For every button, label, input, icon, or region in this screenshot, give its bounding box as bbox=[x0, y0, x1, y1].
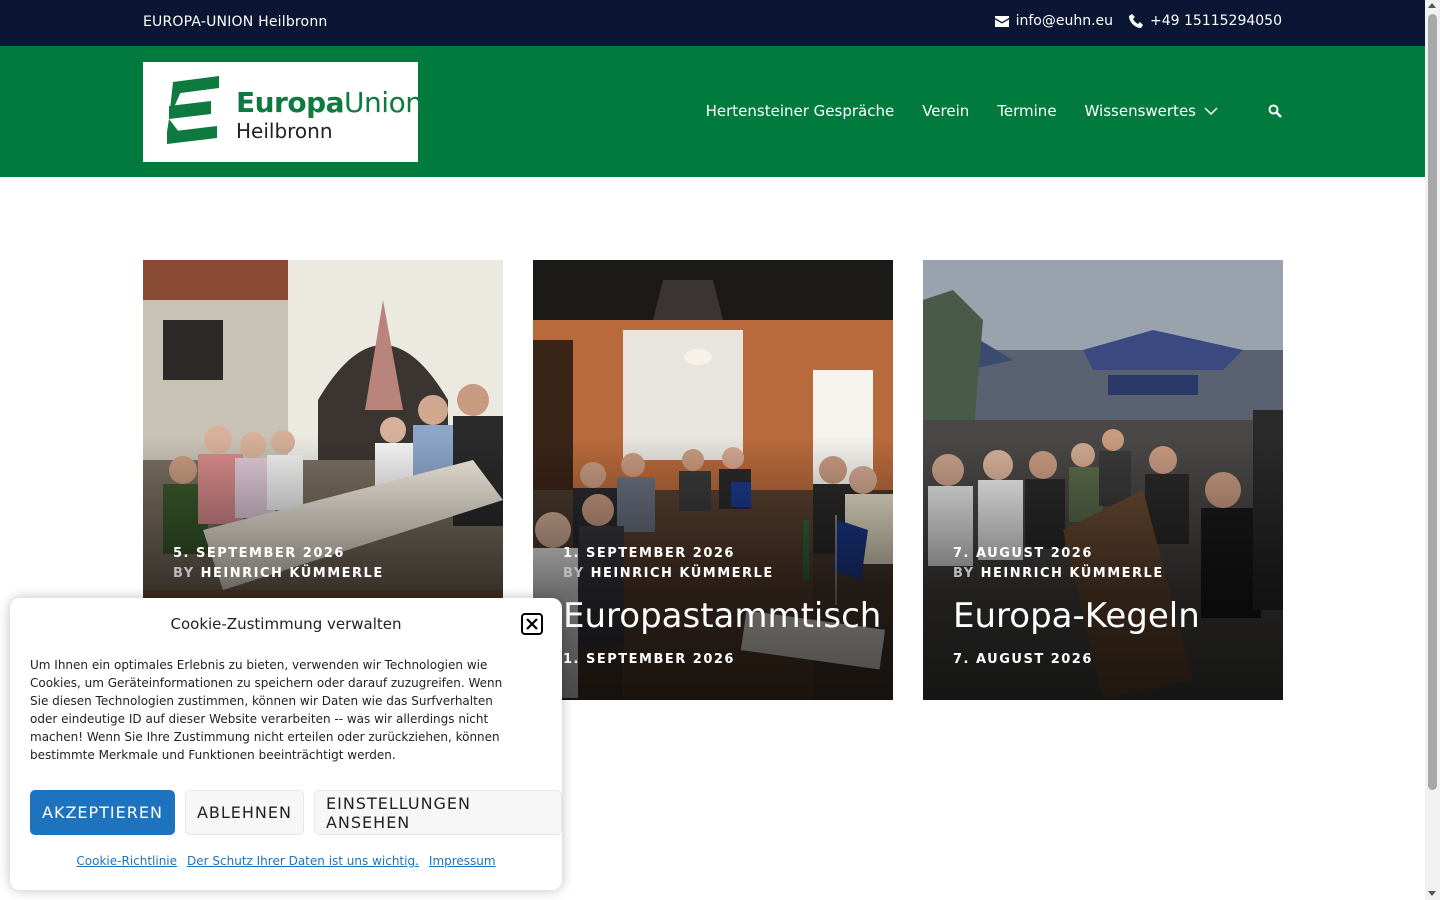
scroll-down-icon[interactable] bbox=[1428, 891, 1436, 896]
nav-item-label: Wissenswertes bbox=[1084, 102, 1196, 120]
post-author-line: BY HEINRICH KÜMMERLE bbox=[563, 566, 774, 581]
site-logo[interactable]: EuropaUnion Heilbronn bbox=[143, 62, 423, 162]
cookie-text: Um Ihnen ein optimales Erlebnis zu biete… bbox=[30, 658, 503, 762]
phone-text: +49 15115294050 bbox=[1150, 13, 1282, 29]
imprint-link[interactable]: Impressum bbox=[429, 854, 496, 868]
site-header: EuropaUnion Heilbronn Hertensteiner Gesp… bbox=[0, 46, 1425, 177]
post-meta: 1. SEPTEMBER 2026 BY HEINRICH KÜMMERLE bbox=[563, 544, 774, 584]
post-meta: 5. SEPTEMBER 2026 BY HEINRICH KÜMMERLE bbox=[173, 544, 384, 584]
post-author[interactable]: HEINRICH KÜMMERLE bbox=[981, 566, 1164, 581]
phone-link[interactable]: +49 15115294050 bbox=[1129, 13, 1282, 29]
view-settings-button[interactable]: EINSTELLUNGEN ANSEHEN bbox=[313, 790, 562, 835]
post-card[interactable]: 7. AUGUST 2026 BY HEINRICH KÜMMERLE Europ… bbox=[923, 260, 1283, 700]
page-scrollbar[interactable] bbox=[1425, 0, 1440, 900]
post-author[interactable]: HEINRICH KÜMMERLE bbox=[591, 566, 774, 581]
post-date: 5. SEPTEMBER 2026 bbox=[173, 546, 345, 561]
post-author[interactable]: HEINRICH KÜMMERLE bbox=[201, 566, 384, 581]
close-button[interactable] bbox=[521, 613, 543, 635]
nav-item-termine[interactable]: Termine bbox=[997, 102, 1056, 120]
scrollbar-thumb[interactable] bbox=[1428, 14, 1437, 790]
post-meta: 7. AUGUST 2026 BY HEINRICH KÜMMERLE bbox=[953, 544, 1164, 584]
top-bar: EUROPA-UNION Heilbronn info@euhn.eu +49 … bbox=[0, 0, 1425, 46]
post-title[interactable]: Europastammtisch bbox=[563, 596, 881, 636]
post-author-line: BY HEINRICH KÜMMERLE bbox=[173, 566, 384, 581]
cookie-buttons: AKZEPTIEREN ABLEHNEN EINSTELLUNGEN ANSEH… bbox=[30, 790, 562, 835]
cookie-consent-dialog: Cookie-Zustimmung verwalten Um Ihnen ein… bbox=[10, 598, 562, 890]
scroll-up-icon[interactable] bbox=[1428, 3, 1436, 8]
post-author-line: BY HEINRICH KÜMMERLE bbox=[953, 566, 1164, 581]
nav-item-verein[interactable]: Verein bbox=[922, 102, 969, 120]
accept-button[interactable]: AKZEPTIEREN bbox=[30, 790, 175, 835]
post-title[interactable]: Europa-Kegeln bbox=[953, 596, 1200, 636]
envelope-icon bbox=[994, 15, 1009, 27]
contact-info: info@euhn.eu +49 15115294050 bbox=[994, 13, 1282, 29]
chevron-down-icon bbox=[1204, 107, 1218, 115]
decline-button[interactable]: ABLEHNEN bbox=[184, 790, 304, 835]
nav-item-wissenswertes[interactable]: Wissenswertes bbox=[1085, 102, 1218, 120]
post-date-bottom: 7. AUGUST 2026 bbox=[953, 652, 1093, 667]
logo-brand: EuropaUnion bbox=[236, 86, 423, 119]
post-date: 7. AUGUST 2026 bbox=[953, 546, 1093, 561]
cookie-title: Cookie-Zustimmung verwalten bbox=[170, 615, 402, 633]
cookie-policy-link[interactable]: Cookie-Richtlinie bbox=[76, 854, 177, 868]
post-date-bottom: 1. SEPTEMBER 2026 bbox=[563, 652, 735, 667]
main-nav: Hertensteiner Gespräche Verein Termine W… bbox=[678, 101, 1282, 121]
close-icon bbox=[526, 618, 538, 630]
email-text: info@euhn.eu bbox=[1015, 13, 1114, 29]
privacy-link[interactable]: Der Schutz Ihrer Daten ist uns wichtig. bbox=[187, 854, 419, 868]
cookie-links: Cookie-Richtlinie Der Schutz Ihrer Daten… bbox=[10, 854, 562, 868]
post-card[interactable]: 1. SEPTEMBER 2026 BY HEINRICH KÜMMERLE Eu… bbox=[533, 260, 893, 700]
logo-city: Heilbronn bbox=[236, 119, 333, 143]
site-name: EUROPA-UNION Heilbronn bbox=[143, 14, 328, 30]
nav-item-hertensteiner[interactable]: Hertensteiner Gespräche bbox=[706, 102, 895, 120]
post-date: 1. SEPTEMBER 2026 bbox=[563, 546, 735, 561]
search-icon[interactable] bbox=[1268, 104, 1282, 118]
europa-union-logo-icon bbox=[167, 76, 219, 144]
phone-icon bbox=[1129, 14, 1144, 28]
email-link[interactable]: info@euhn.eu bbox=[994, 13, 1114, 29]
